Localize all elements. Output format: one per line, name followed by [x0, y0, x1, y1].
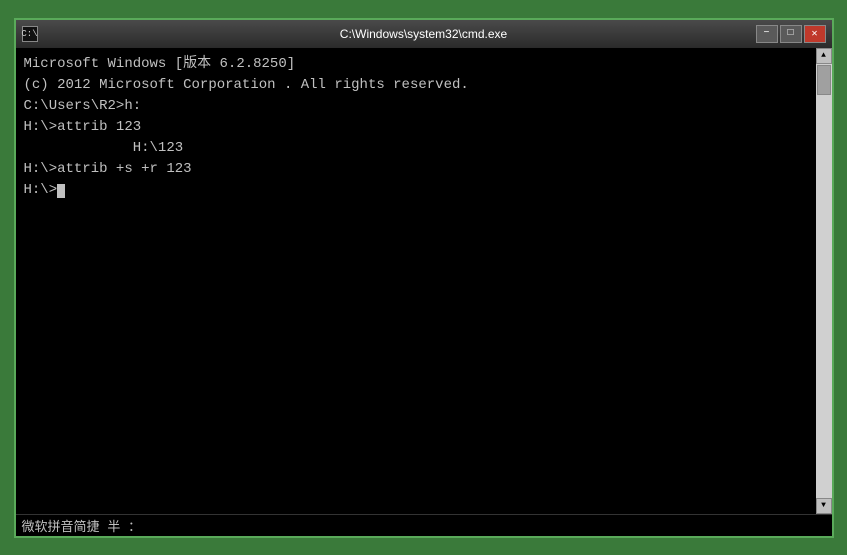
terminal-line: H:\>attrib 123 [24, 117, 808, 138]
titlebar-buttons: − □ ✕ [756, 25, 826, 43]
terminal-output[interactable]: Microsoft Windows [版本 6.2.8250](c) 2012 … [16, 48, 816, 514]
terminal-line: Microsoft Windows [版本 6.2.8250] [24, 54, 808, 75]
titlebar: C:\ C:\Windows\system32\cmd.exe − □ ✕ [16, 20, 832, 48]
scrollbar[interactable]: ▲ ▼ [816, 48, 832, 514]
minimize-button[interactable]: − [756, 25, 778, 43]
scrollbar-track [816, 64, 832, 498]
scroll-up-button[interactable]: ▲ [816, 48, 832, 64]
scroll-down-button[interactable]: ▼ [816, 498, 832, 514]
cmd-window: C:\ C:\Windows\system32\cmd.exe − □ ✕ Mi… [14, 18, 834, 538]
terminal-line: H:\> [24, 180, 808, 201]
statusbar-text: 微软拼音简捷 半 ： [22, 516, 142, 535]
window-title: C:\Windows\system32\cmd.exe [340, 27, 507, 41]
statusbar: 微软拼音简捷 半 ： [16, 514, 832, 536]
scrollbar-thumb[interactable] [817, 65, 831, 95]
close-button[interactable]: ✕ [804, 25, 826, 43]
terminal-line: H:\>attrib +s +r 123 [24, 159, 808, 180]
maximize-button[interactable]: □ [780, 25, 802, 43]
terminal-line: H:\123 [24, 138, 808, 159]
terminal-line: C:\Users\R2>h: [24, 96, 808, 117]
cmd-icon: C:\ [22, 26, 38, 42]
terminal-line: (c) 2012 Microsoft Corporation . All rig… [24, 75, 808, 96]
cursor [57, 184, 65, 198]
titlebar-left: C:\ [22, 26, 38, 42]
window-body: Microsoft Windows [版本 6.2.8250](c) 2012 … [16, 48, 832, 514]
